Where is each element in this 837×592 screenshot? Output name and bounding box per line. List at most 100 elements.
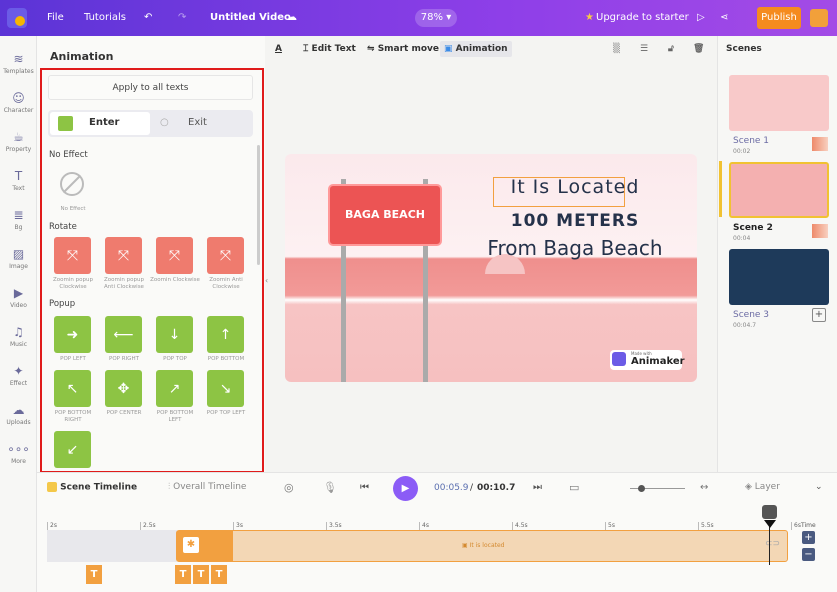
rotate-animation-1[interactable]: ⤧: [54, 237, 91, 274]
popup-animation-4[interactable]: ↑: [207, 316, 244, 353]
tab-exit[interactable]: Exit: [188, 117, 207, 128]
camera-focus-icon[interactable]: ◎: [284, 481, 294, 494]
sidebar-item-templates[interactable]: ≋ Templates: [0, 52, 37, 75]
tab-enter[interactable]: Enter: [50, 112, 150, 135]
tab-scene-timeline[interactable]: Scene Timeline: [47, 482, 137, 493]
sidebar-item-bg[interactable]: ≣ Bg: [0, 208, 37, 231]
text-track-item[interactable]: T: [193, 565, 209, 584]
transition-icon[interactable]: [812, 224, 828, 238]
scene-name[interactable]: Scene 2: [733, 223, 773, 233]
scene-name[interactable]: Scene 1: [733, 136, 769, 146]
time-zoom-out-button[interactable]: −: [802, 548, 815, 561]
scene-thumbnail[interactable]: [729, 249, 829, 305]
rotate-animation-3[interactable]: ⤧: [156, 237, 193, 274]
popup-animation-5[interactable]: ↖: [54, 370, 91, 407]
star-icon: ★: [585, 12, 594, 23]
text-line-1[interactable]: It Is Located: [455, 176, 695, 198]
no-effect-label: No Effect: [60, 206, 86, 212]
pop-icon: ✥: [117, 380, 130, 397]
play-button[interactable]: ▶: [393, 476, 418, 501]
scene-thumbnail[interactable]: [729, 162, 829, 218]
layer-align-icon[interactable]: ☰: [640, 44, 648, 54]
collapse-panel-handle[interactable]: ‹: [265, 276, 273, 296]
delete-icon[interactable]: 🗑︎: [693, 44, 704, 54]
text-track-item[interactable]: T: [86, 565, 102, 584]
sidebar-item-label: Image: [9, 263, 28, 270]
fit-icon[interactable]: ↔: [700, 482, 708, 493]
sidebar-item-effect[interactable]: ✦ Effect: [0, 364, 37, 387]
text-line-3[interactable]: From Baga Beach: [455, 236, 695, 260]
subtitle-icon[interactable]: ▭: [569, 481, 579, 494]
file-menu[interactable]: File: [47, 12, 64, 23]
text-line-2[interactable]: 100 METERS: [455, 211, 695, 231]
text-track-item[interactable]: T: [175, 565, 191, 584]
publish-button[interactable]: Publish: [757, 7, 801, 29]
redo-icon[interactable]: ↷: [178, 12, 186, 23]
animation-label: Zoomin Clockwise: [150, 277, 200, 283]
text-clip[interactable]: ✱ ▣ It is located ⊂⊃: [176, 530, 788, 562]
microphone-icon[interactable]: 🎙︎: [323, 481, 337, 494]
playhead-handle[interactable]: [762, 505, 777, 519]
text-track-item[interactable]: T: [211, 565, 227, 584]
animation-button[interactable]: ▣ Animation: [440, 41, 512, 57]
sidebar-item-label: Music: [9, 341, 28, 348]
rotate-animation-2[interactable]: ⤧: [105, 237, 142, 274]
sidebar-item-uploads[interactable]: ☁ Uploads: [0, 403, 37, 426]
lock-icon[interactable]: 🔓︎: [668, 44, 674, 54]
popup-animation-8[interactable]: ↘: [207, 370, 244, 407]
avatar[interactable]: [810, 9, 828, 27]
sidebar-item-more[interactable]: ∘∘∘ More: [0, 442, 37, 465]
preview-play-icon[interactable]: ▷: [697, 12, 705, 23]
popup-animation-3[interactable]: ↓: [156, 316, 193, 353]
panel-scrollbar[interactable]: [257, 145, 260, 265]
zoom-slider[interactable]: [630, 485, 685, 492]
upgrade-link[interactable]: Upgrade to starter: [596, 12, 689, 23]
collapse-timeline-icon[interactable]: ⌄: [815, 482, 823, 492]
rotate-animation-4[interactable]: ⤧: [207, 237, 244, 274]
pop-icon: ↖: [66, 380, 79, 397]
layer-button[interactable]: ◈ Layer: [745, 482, 780, 492]
popup-animation-6[interactable]: ✥: [105, 370, 142, 407]
sidebar-item-character[interactable]: ☺ Character: [0, 91, 37, 114]
no-effect-button[interactable]: [60, 172, 84, 196]
transition-icon[interactable]: [812, 137, 828, 151]
popup-animation-2[interactable]: ⟵: [105, 316, 142, 353]
smart-move-label: Smart move: [377, 44, 440, 54]
sidebar-item-music[interactable]: ♫ Music: [0, 325, 37, 348]
zoom-arrows-icon: ⤧: [168, 247, 181, 264]
edit-text-button[interactable]: ⌶ Edit Text: [303, 44, 356, 54]
sidebar-item-text[interactable]: T Text: [0, 169, 37, 192]
exit-animation-icon[interactable]: ⊂⊃: [765, 539, 780, 549]
apply-to-all-button[interactable]: Apply to all texts: [48, 75, 253, 100]
scene-thumbnail[interactable]: [729, 75, 829, 131]
tutorials-menu[interactable]: Tutorials: [84, 12, 126, 23]
sidebar-item-label: Templates: [3, 68, 34, 75]
pop-animation-9[interactable]: ↙: [54, 431, 91, 468]
animaker-logo[interactable]: [7, 8, 27, 28]
add-scene-button[interactable]: +: [812, 308, 826, 322]
sidebar-item-video[interactable]: ▶ Video: [0, 286, 37, 309]
video-canvas[interactable]: BAGA BEACH It Is Located 100 METERS From…: [285, 154, 697, 382]
video-title[interactable]: Untitled Video: [210, 12, 291, 23]
tab-overall-timeline[interactable]: ⫶ Overall Timeline: [168, 482, 246, 492]
text-color-icon[interactable]: A: [275, 44, 282, 54]
smart-move-button[interactable]: ⇋ Smart move: [367, 44, 439, 54]
clip-enter-segment[interactable]: ✱: [177, 531, 233, 561]
animaker-watermark: Made with Animaker: [610, 350, 685, 370]
share-icon[interactable]: ⋖: [720, 12, 728, 23]
tick-label: 5s: [605, 522, 615, 530]
scene-name[interactable]: Scene 3: [733, 310, 769, 320]
video-icon: ▶: [13, 286, 24, 300]
popup-animation-1[interactable]: ➜: [54, 316, 91, 353]
sidebar-item-property[interactable]: ☕ Property: [0, 130, 37, 153]
skip-back-icon[interactable]: ⏮: [360, 482, 369, 493]
sidebar-item-image[interactable]: ▨ Image: [0, 247, 37, 270]
baga-beach-sign[interactable]: BAGA BEACH: [328, 184, 442, 246]
skip-forward-icon[interactable]: ⏭: [533, 482, 542, 493]
time-zoom-in-button[interactable]: +: [802, 531, 815, 544]
zoom-select[interactable]: 78% ▾: [415, 9, 457, 27]
undo-icon[interactable]: ↶: [144, 12, 152, 23]
transparency-icon[interactable]: ▒: [613, 44, 620, 54]
animation-label: POP RIGHT: [109, 356, 139, 362]
popup-animation-7[interactable]: ↗: [156, 370, 193, 407]
